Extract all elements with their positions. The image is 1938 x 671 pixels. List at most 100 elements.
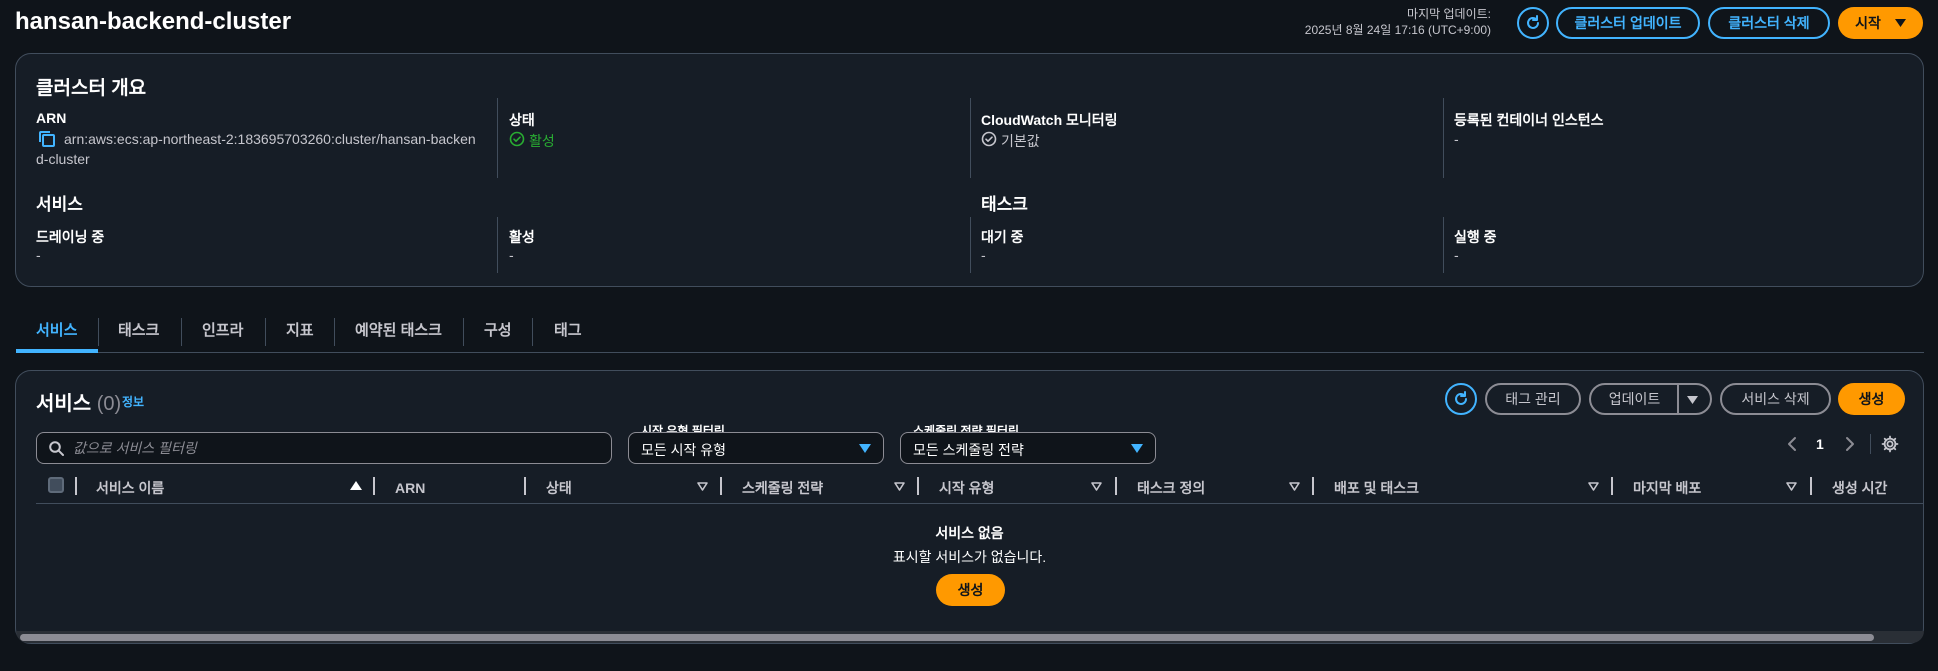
tab-separator (98, 318, 99, 346)
sort-icon[interactable] (894, 482, 905, 491)
tab-tags[interactable]: 태그 (554, 315, 582, 353)
column-header-deployments-tasks[interactable]: 배포 및 태스크 (1334, 476, 1419, 500)
page-title: hansan-backend-cluster (15, 8, 292, 35)
services-title-text: 서비스 (36, 393, 92, 415)
refresh-services-button[interactable] (1445, 383, 1477, 415)
sort-icon[interactable] (697, 482, 708, 491)
copy-icon[interactable] (38, 130, 56, 148)
tab-scheduled-tasks[interactable]: 예약된 태스크 (355, 315, 442, 353)
empty-create-button[interactable]: 생성 (936, 574, 1005, 606)
column-divider (1443, 217, 1444, 273)
column-header-launch-type[interactable]: 시작 유형 (939, 476, 994, 500)
column-divider (497, 217, 498, 273)
sort-icon[interactable] (1786, 482, 1797, 491)
column-divider (1443, 98, 1444, 178)
running-label: 실행 중 (1454, 229, 1497, 245)
pending-value: - (981, 247, 986, 263)
gear-icon[interactable] (1881, 435, 1899, 453)
active-label: 활성 (509, 229, 535, 245)
refresh-button[interactable] (1517, 7, 1549, 39)
refresh-icon (1452, 390, 1470, 408)
draining-value: - (36, 247, 41, 263)
column-separator (917, 477, 919, 495)
scrollbar-thumb[interactable] (20, 634, 1874, 641)
column-separator (75, 477, 77, 495)
sort-icon[interactable] (1091, 482, 1102, 491)
column-header-status[interactable]: 상태 (546, 476, 572, 500)
update-service-label: 업데이트 (1608, 391, 1661, 407)
tab-bar: 서비스 태스크 인프라 지표 예약된 태스크 구성 태그 (16, 315, 1924, 353)
last-update-value: 2025년 8월 24일 17:16 (UTC+9:00) (1304, 23, 1491, 37)
empty-title: 서비스 없음 (935, 525, 1004, 541)
caret-down-icon (1894, 19, 1906, 27)
column-separator (1611, 477, 1613, 495)
empty-description: 표시할 서비스가 없습니다. (892, 549, 1047, 565)
start-dropdown-button[interactable]: 시작 (1838, 7, 1923, 39)
column-divider (970, 217, 971, 273)
column-header-scheduling-strategy[interactable]: 스케줄링 전략 (742, 476, 823, 500)
chevron-right-icon[interactable] (1845, 436, 1855, 452)
tab-separator (181, 318, 182, 346)
tab-separator (334, 318, 335, 346)
search-box (36, 432, 612, 464)
select-all-checkbox[interactable] (48, 477, 64, 493)
tab-infra[interactable]: 인프라 (202, 315, 243, 353)
column-header-task-definition[interactable]: 태스크 정의 (1137, 476, 1205, 500)
column-separator (1115, 477, 1117, 495)
update-cluster-button[interactable]: 클러스터 업데이트 (1556, 7, 1700, 39)
page-number[interactable]: 1 (1816, 436, 1824, 452)
column-divider (970, 98, 971, 178)
status-value: 활성 (529, 133, 555, 149)
check-circle-icon (509, 131, 525, 147)
cloudwatch-value: 기본값 (1001, 133, 1040, 149)
tab-services[interactable]: 서비스 (16, 315, 98, 353)
scheduling-strategy-value: 모든 스케줄링 전략 (913, 442, 1024, 458)
tab-separator (532, 318, 533, 346)
update-service-button[interactable]: 업데이트 (1589, 383, 1712, 415)
column-separator (720, 477, 722, 495)
pager-divider (1870, 434, 1871, 454)
page-header: hansan-backend-cluster 마지막 업데이트: 2025년 8… (15, 0, 1923, 46)
chevron-left-icon[interactable] (1787, 436, 1797, 452)
instances-label: 등록된 컨테이너 인스턴스 (1454, 112, 1604, 128)
arn-value-line1: arn:aws:ecs:ap-northeast-2:183695703260:… (64, 131, 476, 147)
sort-icon[interactable] (1289, 482, 1300, 491)
caret-down-icon[interactable] (1687, 396, 1698, 404)
tab-configuration[interactable]: 구성 (484, 315, 512, 353)
column-separator (1810, 477, 1812, 495)
services-subtitle: 서비스 (36, 195, 83, 214)
start-label: 시작 (1855, 15, 1881, 31)
sort-ascending-icon[interactable] (350, 481, 362, 490)
horizontal-scrollbar[interactable] (16, 631, 1924, 643)
tab-metrics[interactable]: 지표 (286, 315, 314, 353)
delete-cluster-button[interactable]: 클러스터 삭제 (1708, 7, 1830, 39)
services-title: 서비스 (0) (36, 387, 121, 416)
cloudwatch-label: CloudWatch 모니터링 (981, 112, 1118, 128)
last-update-label: 마지막 업데이트: (1407, 7, 1491, 21)
create-service-button[interactable]: 생성 (1838, 383, 1905, 415)
scheduling-strategy-select[interactable]: 모든 스케줄링 전략 (900, 432, 1156, 464)
manage-tags-button[interactable]: 태그 관리 (1485, 383, 1581, 415)
column-separator (1312, 477, 1314, 495)
instances-value: - (1454, 131, 1459, 147)
draining-label: 드레이닝 중 (36, 229, 105, 245)
column-separator (373, 477, 375, 495)
search-input[interactable] (73, 433, 593, 463)
column-header-service-name[interactable]: 서비스 이름 (96, 476, 164, 500)
caret-down-icon (1131, 444, 1143, 453)
column-header-arn[interactable]: ARN (395, 476, 425, 500)
column-divider (497, 98, 498, 178)
sort-icon[interactable] (1588, 482, 1599, 491)
info-link[interactable]: 정보 (122, 393, 144, 410)
tab-tasks[interactable]: 태스크 (118, 315, 159, 353)
launch-type-select[interactable]: 모든 시작 유형 (628, 432, 884, 464)
services-count: (0) (96, 393, 122, 415)
tab-separator (463, 318, 464, 346)
search-icon (49, 441, 64, 456)
column-header-last-deployment[interactable]: 마지막 배포 (1633, 476, 1701, 500)
column-header-created-at[interactable]: 생성 시간 (1832, 476, 1887, 500)
last-update: 마지막 업데이트: 2025년 8월 24일 17:16 (UTC+9:00) (1305, 6, 1491, 38)
tasks-subtitle: 태스크 (981, 195, 1028, 214)
delete-service-button[interactable]: 서비스 삭제 (1720, 383, 1831, 415)
active-value: - (509, 247, 514, 263)
